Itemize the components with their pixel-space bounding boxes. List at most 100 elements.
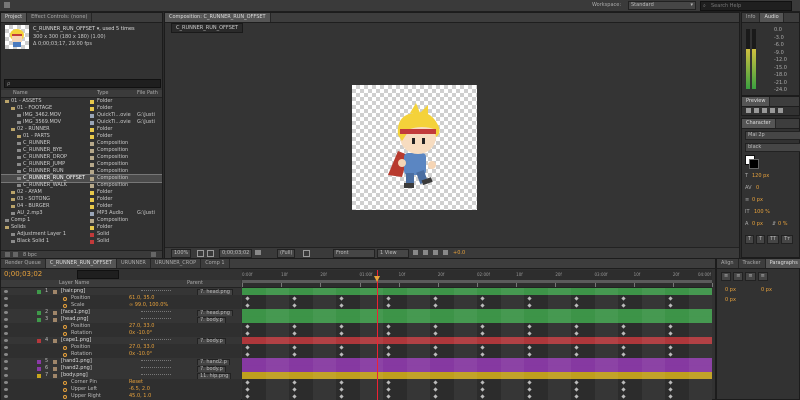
label-color-swatch[interactable] xyxy=(90,156,94,160)
tab-tracker[interactable]: Tracker xyxy=(739,259,766,268)
keyframe-icon[interactable] xyxy=(386,387,391,392)
project-list-item[interactable]: Black Solid 1 Solid xyxy=(1,238,162,245)
align-center-icon[interactable]: ≡ xyxy=(733,272,744,281)
parent-column[interactable]: Parent xyxy=(187,280,203,287)
visibility-eye-icon[interactable] xyxy=(4,360,8,363)
transparency-grid-icon[interactable] xyxy=(313,250,318,255)
timeline-tab[interactable]: URUNNER_CROP xyxy=(151,259,202,268)
keyframe-icon[interactable] xyxy=(480,394,485,399)
column-type[interactable]: Type xyxy=(97,90,108,97)
justify-icon[interactable]: ≡ xyxy=(757,272,768,281)
keyframe-icon[interactable] xyxy=(480,345,485,350)
project-list-item[interactable]: C_RUNNER_WALK Composition xyxy=(1,182,162,189)
keyframe-icon[interactable] xyxy=(386,352,391,357)
all-caps-button[interactable]: TT xyxy=(767,235,780,244)
safe-margins-icon[interactable] xyxy=(197,250,204,257)
keyframe-icon[interactable] xyxy=(527,296,532,301)
property-value[interactable]: 0x -10.0° xyxy=(129,351,152,358)
stroke-color-swatch[interactable] xyxy=(749,159,759,169)
keyframe-icon[interactable] xyxy=(386,296,391,301)
project-list-item[interactable]: AU_2.mp3 MP3 Audio G:\Justi xyxy=(1,210,162,217)
keyframe-icon[interactable] xyxy=(621,345,626,350)
keyframe-icon[interactable] xyxy=(621,394,626,399)
keyframe-icon[interactable] xyxy=(245,394,250,399)
switches-icon[interactable] xyxy=(141,367,171,371)
keyframe-icon[interactable] xyxy=(339,352,344,357)
property-value[interactable]: 45.0, 1.0 xyxy=(129,393,151,400)
visibility-eye-icon[interactable] xyxy=(4,353,8,356)
stopwatch-icon[interactable] xyxy=(63,346,67,350)
keyframe-icon[interactable] xyxy=(386,324,391,329)
current-time-display[interactable]: 0;00;03;02 xyxy=(219,249,253,258)
project-list-item[interactable]: 02 - RUNNER Folder xyxy=(1,126,162,133)
label-color-swatch[interactable] xyxy=(90,163,94,167)
prev-frame-icon[interactable] xyxy=(754,108,759,113)
tab-align[interactable]: Align xyxy=(717,259,739,268)
stopwatch-icon[interactable] xyxy=(63,325,67,329)
layer-label-swatch[interactable] xyxy=(37,311,41,315)
workspace-select[interactable]: Standard ▾ xyxy=(628,1,696,10)
keyframe-icon[interactable] xyxy=(292,380,297,385)
property-track[interactable] xyxy=(242,393,712,400)
font-size-value[interactable]: 120 px xyxy=(752,173,769,179)
faux-italic-button[interactable]: T xyxy=(756,235,766,244)
layer-name[interactable]: [face1.png] xyxy=(61,309,90,316)
switches-icon[interactable] xyxy=(141,374,171,378)
label-color-swatch[interactable] xyxy=(90,114,94,118)
keyframe-icon[interactable] xyxy=(339,331,344,336)
keyframe-icon[interactable] xyxy=(386,331,391,336)
keyframe-icon[interactable] xyxy=(480,380,485,385)
layer-name[interactable]: [head.png] xyxy=(61,316,89,323)
layer-label-swatch[interactable] xyxy=(37,367,41,371)
keyframe-icon[interactable] xyxy=(339,380,344,385)
stopwatch-icon[interactable] xyxy=(63,381,67,385)
keyframe-icon[interactable] xyxy=(292,331,297,336)
keyframe-icon[interactable] xyxy=(433,303,438,308)
column-name[interactable]: Name xyxy=(13,90,28,97)
project-search[interactable]: ρ xyxy=(4,79,161,88)
keyframe-icon[interactable] xyxy=(433,387,438,392)
keyframe-icon[interactable] xyxy=(245,387,250,392)
layer-label-swatch[interactable] xyxy=(37,339,41,343)
snapshot-icon[interactable] xyxy=(255,250,261,255)
keyframe-icon[interactable] xyxy=(292,345,297,350)
property-value[interactable]: ∞ 99.0, 100.0% xyxy=(129,302,168,309)
column-file-path[interactable]: File Path xyxy=(137,90,158,97)
project-list-item[interactable]: C_RUNNER_RUN_OFFSET Composition xyxy=(1,174,162,183)
keyframe-icon[interactable] xyxy=(245,345,250,350)
keyframe-icon[interactable] xyxy=(245,331,250,336)
visibility-eye-icon[interactable] xyxy=(4,332,8,335)
new-folder-icon[interactable] xyxy=(13,252,18,257)
timeline-tab[interactable]: URUNNER xyxy=(117,259,151,268)
keyframe-icon[interactable] xyxy=(621,380,626,385)
keyframe-icon[interactable] xyxy=(245,352,250,357)
keyframe-icon[interactable] xyxy=(433,331,438,336)
visibility-eye-icon[interactable] xyxy=(4,346,8,349)
indent-left-value[interactable]: 0 px xyxy=(725,287,736,293)
switches-icon[interactable] xyxy=(141,318,171,322)
keyframe-icon[interactable] xyxy=(574,331,579,336)
switches-icon[interactable] xyxy=(141,360,171,364)
layer-label-swatch[interactable] xyxy=(37,290,41,294)
label-color-swatch[interactable] xyxy=(90,170,94,174)
project-list-item[interactable]: IMG_3569.MOV QuickTi...ovie G:\Justi xyxy=(1,119,162,126)
property-value[interactable]: 27.0, 33.0 xyxy=(129,323,154,330)
layer-name[interactable]: [body.png] xyxy=(61,372,88,379)
stopwatch-icon[interactable] xyxy=(63,297,67,301)
visibility-eye-icon[interactable] xyxy=(4,339,8,342)
keyframe-icon[interactable] xyxy=(527,387,532,392)
keyframe-icon[interactable] xyxy=(621,324,626,329)
project-list-item[interactable]: Comp 1 Composition xyxy=(1,217,162,224)
visibility-eye-icon[interactable] xyxy=(4,290,8,293)
keyframe-icon[interactable] xyxy=(621,296,626,301)
keyframe-icon[interactable] xyxy=(245,303,250,308)
keyframe-icon[interactable] xyxy=(339,394,344,399)
keyframe-icon[interactable] xyxy=(386,380,391,385)
trash-icon[interactable] xyxy=(151,252,156,257)
layer-name[interactable]: [hand1.png] xyxy=(61,358,92,365)
switches-icon[interactable] xyxy=(141,290,171,294)
space-before-value[interactable]: 0 px xyxy=(725,297,736,303)
keyframe-icon[interactable] xyxy=(433,352,438,357)
timeline-search[interactable] xyxy=(77,270,119,279)
faux-bold-button[interactable]: T xyxy=(745,235,755,244)
